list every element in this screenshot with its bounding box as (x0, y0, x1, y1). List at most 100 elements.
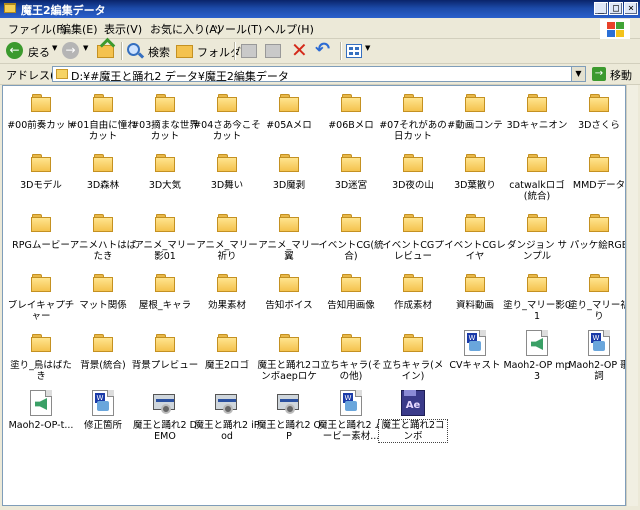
back-button[interactable]: ← 戻る ▼ (4, 41, 60, 61)
folder-item[interactable]: 告知用画像 (321, 270, 381, 328)
folder-item[interactable]: イベントCG(統合) (318, 210, 384, 268)
search-label: 検索 (148, 46, 170, 59)
folder-item[interactable]: パッケ絵RGB (569, 210, 625, 268)
address-dropdown-button[interactable]: ▼ (571, 67, 585, 81)
menu-favorites[interactable]: お気に入り(A) (150, 21, 221, 37)
toolbar: ← 戻る ▼ → ▼ 検索 フォルダ ✕ ↶ ▼ (0, 37, 640, 64)
folder-item[interactable]: アニメ_マリー影01 (134, 210, 196, 268)
folder-icon (589, 94, 609, 112)
delete-button[interactable]: ✕ (290, 40, 310, 61)
folders-button[interactable]: フォルダ (176, 41, 241, 61)
file-item[interactable]: Ae 魔王と踊れ2コンボ (378, 390, 448, 448)
menu-file[interactable]: ファイル(F) (8, 21, 67, 37)
folder-icon (403, 154, 423, 172)
vertical-scrollbar[interactable] (626, 85, 638, 506)
folder-item[interactable]: 告知ボイス (259, 270, 319, 328)
folder-item[interactable]: 3D夜の山 (383, 150, 443, 208)
go-button[interactable]: → 移動 (592, 66, 636, 82)
file-item[interactable]: W Maoh2-OP 歌詞 (568, 330, 625, 388)
folder-item[interactable]: イベントCGプレビュー (382, 210, 444, 268)
folder-item[interactable]: 魔王2ロゴ (197, 330, 257, 388)
maximize-button[interactable]: □ (609, 2, 623, 15)
folder-item[interactable]: 立ちキャラ(メイン) (383, 330, 443, 388)
menu-tools[interactable]: ツール(T) (214, 21, 262, 37)
folder-item[interactable]: 3D大気 (135, 150, 195, 208)
item-label: ブレイキャプチャー (7, 300, 75, 322)
folder-item[interactable]: #05Aメロ (259, 90, 319, 148)
folder-item[interactable]: #00前奏カット (7, 90, 75, 148)
folder-icon (93, 214, 113, 232)
menu-bar: ファイル(F) 編集(E) 表示(V) お気に入り(A) ツール(T) ヘルプ(… (0, 18, 640, 39)
undo-button[interactable]: ↶ (314, 40, 336, 61)
file-item[interactable]: Maoh2-OP-t... (9, 390, 73, 448)
folder-icon (465, 274, 485, 292)
menu-edit[interactable]: 編集(E) (60, 21, 98, 37)
chevron-down-icon[interactable]: ▼ (83, 44, 88, 52)
file-item[interactable]: 魔王と踊れ2 iPod (195, 390, 259, 448)
folder-icon (155, 154, 175, 172)
copy-to-icon (265, 44, 281, 58)
folder-item[interactable]: #04さあ今こそカット (193, 90, 261, 148)
folder-item[interactable]: マット関係 (73, 270, 133, 328)
close-button[interactable]: × (624, 2, 638, 15)
folder-item[interactable]: #01自由に憧れカット (69, 90, 137, 148)
folder-item[interactable]: 3Dさくら (569, 90, 625, 148)
item-label: アニメ_マリー祈り (196, 240, 258, 262)
forward-button[interactable]: → ▼ (62, 41, 92, 61)
folder-item[interactable]: 塗り_マリー影01 (503, 270, 571, 328)
folder-item[interactable]: 3Dモデル (11, 150, 71, 208)
file-item[interactable]: 魔王と踊れ2 DEMO (133, 390, 197, 448)
folder-item[interactable]: イベントCGレイヤ (444, 210, 506, 268)
file-item[interactable]: W 修正箇所 (73, 390, 133, 448)
folder-item[interactable]: 3D迷宮 (321, 150, 381, 208)
folder-icon (341, 154, 361, 172)
folder-item[interactable]: 塗り_マリー祈り (568, 270, 625, 328)
folder-item[interactable]: 資料動画 (445, 270, 505, 328)
folder-item[interactable]: #03摘まな世界カット (131, 90, 199, 148)
search-button[interactable]: 検索 (126, 41, 170, 61)
folder-item[interactable]: 3D森林 (73, 150, 133, 208)
file-item[interactable]: Maoh2-OP mp3 (503, 330, 571, 388)
folder-item[interactable]: 背景プレビュー (132, 330, 198, 388)
folder-item[interactable]: 効果素材 (197, 270, 257, 328)
move-to-icon (241, 44, 257, 58)
views-button[interactable]: ▼ (346, 41, 374, 61)
move-to-button[interactable] (240, 41, 260, 61)
folder-icon (527, 154, 547, 172)
folder-item[interactable]: 3D葉散り (445, 150, 505, 208)
folder-item[interactable]: アニメハトはばたき (70, 210, 136, 268)
menu-view[interactable]: 表示(V) (104, 21, 142, 37)
minimize-button[interactable]: _ (594, 2, 608, 15)
folder-item[interactable]: 3D魔剥 (259, 150, 319, 208)
folder-item[interactable]: 魔王と踊れ2コンボaepロケ (257, 330, 321, 388)
folder-item[interactable]: アニメ_マリー祈り (196, 210, 258, 268)
folder-item[interactable]: #動画コンテ (445, 90, 505, 148)
menu-help[interactable]: ヘルプ(H) (264, 21, 314, 37)
title-bar[interactable]: 魔王2編集データ _ □ × (0, 0, 640, 18)
folder-item[interactable]: 3Dキャニオン (507, 90, 567, 148)
file-item[interactable]: W 魔王と踊れ2 ムービー素材... (318, 390, 384, 448)
folder-item[interactable]: #07それがあの日カット (379, 90, 447, 148)
folder-item[interactable]: ブレイキャプチャー (8, 270, 74, 328)
folder-item[interactable]: 塗り_鳥はばたき (10, 330, 72, 388)
file-item[interactable]: W CVキャスト (445, 330, 505, 388)
up-folder-button[interactable] (96, 37, 118, 61)
file-item[interactable]: 魔王と踊れ2 OP (257, 390, 321, 448)
folder-item[interactable]: catwalkロゴ(統合) (507, 150, 567, 208)
folder-item[interactable]: ダンジョン サンプル (507, 210, 567, 268)
folder-item[interactable]: #06Bメロ (321, 90, 381, 148)
folder-item[interactable]: アニメ_マリー翼 (258, 210, 320, 268)
folder-item[interactable]: 作成素材 (383, 270, 443, 328)
back-label: 戻る (28, 46, 50, 59)
folder-item[interactable]: 屋根_キャラ (135, 270, 195, 328)
address-input[interactable]: D:¥#魔王と踊れ2 データ¥魔王2編集データ ▼ (52, 66, 586, 83)
folder-item[interactable]: RPGムービー (11, 210, 71, 268)
copy-to-button[interactable] (264, 41, 284, 61)
folder-item[interactable]: 3D舞い (197, 150, 257, 208)
folder-item[interactable]: 立ちキャラ(その他) (321, 330, 381, 388)
chevron-down-icon[interactable]: ▼ (52, 44, 57, 52)
file-list-pane[interactable]: #00前奏カット #01自由に憧れカット #03摘まな世界カット #04さあ今こそカッ… (2, 85, 626, 506)
folder-item[interactable]: MMDデータ (569, 150, 625, 208)
item-label: 3D舞い (210, 180, 244, 191)
folder-item[interactable]: 背景(統合) (73, 330, 133, 388)
